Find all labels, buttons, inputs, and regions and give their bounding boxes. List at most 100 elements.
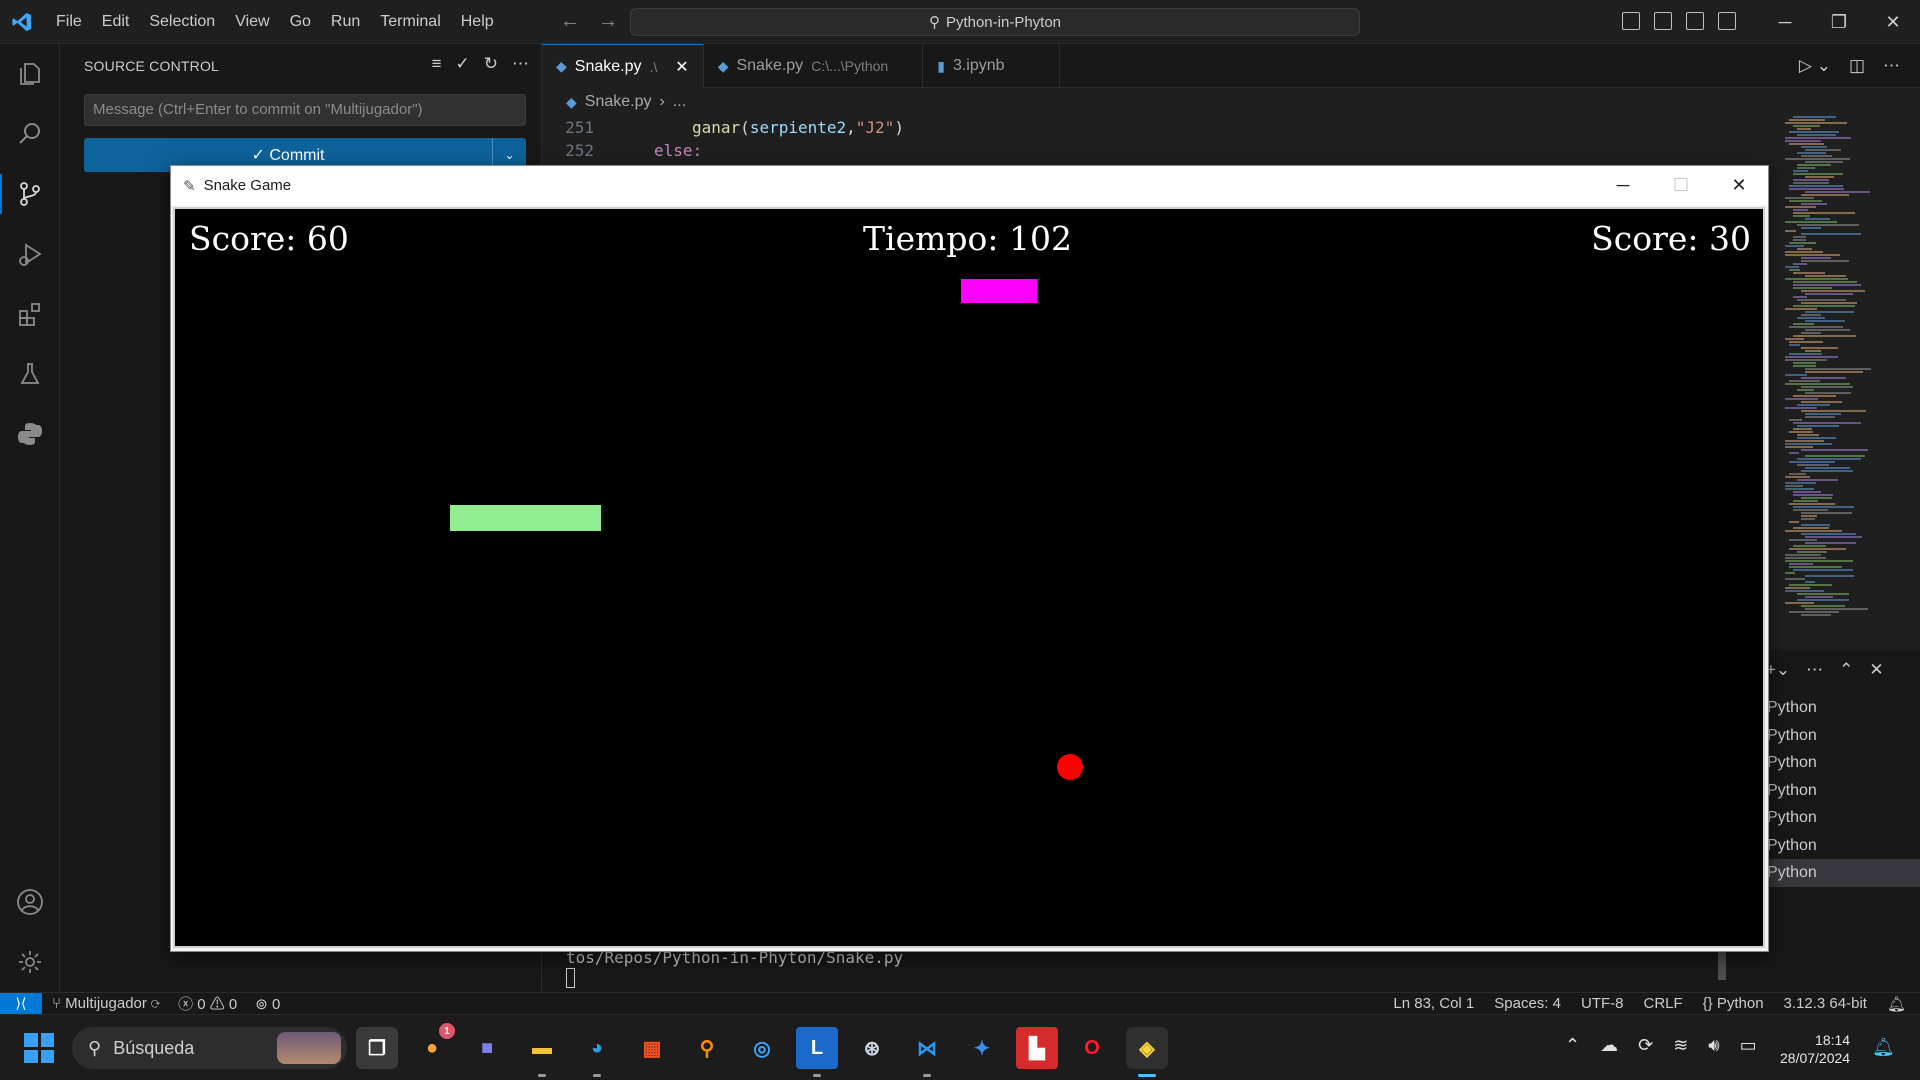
new-terminal-icon[interactable]: +⌄ bbox=[1766, 660, 1790, 680]
remote-indicator-icon[interactable]: ⟩⟨ bbox=[0, 992, 42, 1015]
maximize-panel-icon[interactable]: ⌃ bbox=[1839, 660, 1853, 680]
vscode-taskbar-icon[interactable]: ⋈ bbox=[906, 1027, 948, 1077]
tab-snake-py-python[interactable]: ◆ Snake.py C:\...\Python bbox=[704, 44, 924, 88]
python-icon[interactable] bbox=[0, 404, 60, 464]
menu-edit[interactable]: Edit bbox=[92, 0, 140, 44]
fluent-app-icon[interactable]: ● 1 bbox=[411, 1023, 455, 1069]
minimize-button[interactable]: ─ bbox=[1758, 0, 1812, 44]
red-app-icon[interactable]: ▙ bbox=[1016, 1027, 1058, 1069]
menu-file[interactable]: File bbox=[46, 0, 92, 44]
problems-indicator[interactable]: ⓧ 0 ⚠ 0 bbox=[178, 993, 237, 1014]
settings-gear-icon[interactable] bbox=[0, 932, 60, 992]
terminal-item[interactable]: Python bbox=[1765, 694, 1920, 722]
onedrive-icon[interactable]: ☁ bbox=[1600, 1035, 1618, 1056]
taskbar-clock[interactable]: 18:14 28/07/2024 bbox=[1780, 1031, 1850, 1067]
minimap-line bbox=[1785, 140, 1821, 142]
update-icon[interactable]: ⟳ bbox=[1638, 1035, 1653, 1056]
volume-icon[interactable]: 🔊︎ bbox=[1708, 1035, 1719, 1056]
breadcrumb-file[interactable]: Snake.py bbox=[585, 93, 652, 111]
run-python-file-icon[interactable]: ▷ ⌄ bbox=[1799, 56, 1831, 76]
toggle-secondary-sidebar-icon[interactable] bbox=[1686, 12, 1704, 30]
extensions-icon[interactable] bbox=[0, 284, 60, 344]
teams-icon[interactable]: ■ bbox=[466, 1027, 508, 1069]
branch-indicator[interactable]: ⑂ Multijugador ⟳ bbox=[52, 995, 160, 1012]
python-running-icon[interactable]: ◈ bbox=[1126, 1027, 1168, 1077]
commit-check-icon[interactable]: ✓ bbox=[456, 54, 470, 74]
explorer-icon[interactable] bbox=[0, 44, 60, 104]
snake-player-2 bbox=[961, 279, 1037, 303]
menu-go[interactable]: Go bbox=[280, 0, 321, 44]
lens-app-icon[interactable]: L bbox=[796, 1027, 838, 1077]
language-mode[interactable]: {} Python bbox=[1703, 995, 1764, 1012]
more-actions-icon[interactable]: ⋯ bbox=[512, 54, 529, 74]
notification-center-icon[interactable]: 🔔︎ bbox=[1872, 1037, 1895, 1058]
menu-terminal[interactable]: Terminal bbox=[370, 0, 450, 44]
split-editor-icon[interactable]: ◫ bbox=[1849, 56, 1865, 76]
customize-layout-icon[interactable] bbox=[1718, 12, 1736, 30]
commit-message-input[interactable]: Message (Ctrl+Enter to commit on "Multij… bbox=[84, 94, 526, 126]
minimap-line bbox=[1801, 401, 1842, 403]
terminal-item[interactable]: Python bbox=[1765, 832, 1920, 860]
snake-close-button[interactable]: ✕ bbox=[1710, 166, 1768, 205]
microsoft-store-icon[interactable]: ▦ bbox=[631, 1027, 673, 1069]
opera-browser-icon[interactable]: O bbox=[1071, 1027, 1113, 1069]
headset-app-icon[interactable]: ◎ bbox=[741, 1027, 783, 1069]
terminal-item[interactable]: Python bbox=[1765, 722, 1920, 750]
indentation[interactable]: Spaces: 4 bbox=[1494, 995, 1561, 1012]
notifications-bell-icon[interactable]: 🔔︎ bbox=[1887, 995, 1906, 1013]
taskbar-search[interactable]: ⚲ Búsqueda bbox=[72, 1027, 347, 1069]
cursor-position[interactable]: Ln 83, Col 1 bbox=[1393, 995, 1474, 1012]
windows-start-icon[interactable] bbox=[24, 1033, 54, 1063]
snake-minimize-button[interactable]: ─ bbox=[1594, 166, 1652, 205]
view-as-tree-icon[interactable]: ≡ bbox=[432, 54, 442, 74]
search-tool-icon[interactable]: ⚲ bbox=[686, 1027, 728, 1069]
snake-window-titlebar[interactable]: ✎ Snake Game ─ ☐ ✕ bbox=[171, 166, 1768, 205]
testing-icon[interactable] bbox=[0, 344, 60, 404]
run-debug-icon[interactable] bbox=[0, 224, 60, 284]
menu-selection[interactable]: Selection bbox=[139, 0, 225, 44]
terminal-scrollbar[interactable] bbox=[1718, 950, 1726, 980]
search-icon[interactable] bbox=[0, 104, 60, 164]
ports-indicator[interactable]: ⊚ 0 bbox=[255, 995, 280, 1013]
python-interpreter[interactable]: 3.12.3 64-bit bbox=[1784, 995, 1867, 1012]
file-explorer-icon[interactable]: ▬ bbox=[521, 1027, 563, 1077]
back-arrow-icon[interactable]: ← bbox=[560, 10, 580, 33]
accounts-icon[interactable] bbox=[0, 872, 60, 932]
forward-arrow-icon[interactable]: → bbox=[598, 10, 618, 33]
tab-3-ipynb[interactable]: ▮ 3.ipynb bbox=[923, 44, 1060, 88]
toggle-panel-icon[interactable] bbox=[1654, 12, 1672, 30]
source-control-icon[interactable] bbox=[0, 164, 60, 224]
close-button[interactable]: ✕ bbox=[1866, 0, 1920, 44]
minimap-line bbox=[1793, 263, 1807, 265]
menu-run[interactable]: Run bbox=[321, 0, 370, 44]
wifi-icon[interactable]: ≋ bbox=[1673, 1035, 1688, 1056]
terminal-item-selected[interactable]: Python bbox=[1765, 859, 1920, 887]
minimap[interactable] bbox=[1785, 116, 1905, 616]
line-ending[interactable]: CRLF bbox=[1643, 995, 1682, 1012]
minimap-line bbox=[1789, 521, 1799, 523]
task-view-icon[interactable]: ❐ bbox=[356, 1027, 398, 1069]
refresh-icon[interactable]: ↻ bbox=[484, 54, 498, 74]
terminal-item[interactable]: Python bbox=[1765, 804, 1920, 832]
breadcrumb-rest[interactable]: ... bbox=[673, 93, 686, 111]
maximize-button[interactable]: ❐ bbox=[1812, 0, 1866, 44]
more-actions-icon[interactable]: ⋯ bbox=[1883, 56, 1900, 76]
show-hidden-icons-icon[interactable]: ⌃ bbox=[1565, 1035, 1580, 1056]
sync-app-icon[interactable]: ✦ bbox=[961, 1027, 1003, 1069]
steam-icon[interactable]: ⊛ bbox=[851, 1027, 893, 1069]
edge-browser-icon[interactable]: ◕ bbox=[576, 1027, 618, 1077]
terminal-item[interactable]: Python bbox=[1765, 749, 1920, 777]
snake-window-title: Snake Game bbox=[203, 177, 292, 194]
close-panel-icon[interactable]: ✕ bbox=[1869, 660, 1883, 680]
command-center[interactable]: ⚲ Python-in-Phyton bbox=[630, 8, 1360, 36]
battery-icon[interactable]: ▭ bbox=[1740, 1035, 1757, 1056]
game-canvas[interactable]: Score: 60 Tiempo: 102 Score: 30 bbox=[173, 207, 1765, 948]
menu-help[interactable]: Help bbox=[451, 0, 504, 44]
tab-snake-py-local[interactable]: ◆ Snake.py .\ ✕ bbox=[542, 44, 704, 88]
more-actions-icon[interactable]: ⋯ bbox=[1806, 660, 1823, 680]
close-tab-icon[interactable]: ✕ bbox=[675, 57, 688, 77]
toggle-primary-sidebar-icon[interactable] bbox=[1622, 12, 1640, 30]
terminal-item[interactable]: Python bbox=[1765, 777, 1920, 805]
menu-view[interactable]: View bbox=[225, 0, 279, 44]
encoding[interactable]: UTF-8 bbox=[1581, 995, 1624, 1012]
